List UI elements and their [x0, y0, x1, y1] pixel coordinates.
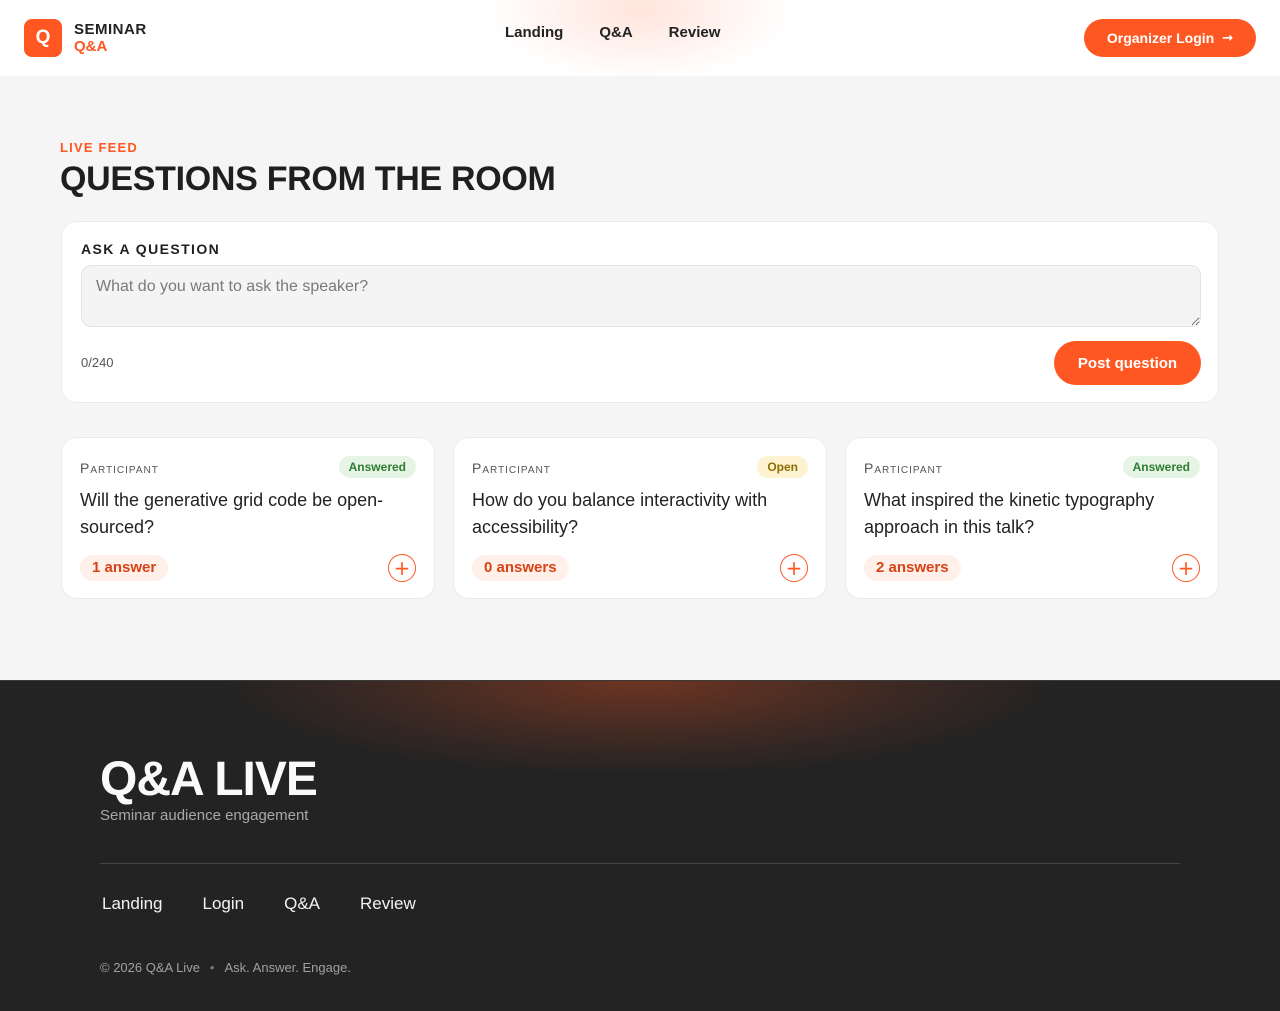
footer-link-login[interactable]: Login	[203, 894, 245, 914]
logo-text: SEMINAR Q&A	[74, 21, 147, 55]
organizer-login-button[interactable]: Organizer Login →	[1084, 19, 1256, 57]
post-question-button[interactable]: Post question	[1054, 341, 1201, 385]
ask-question-card: ASK A QUESTION 0/240 Post question	[61, 221, 1219, 403]
add-answer-button[interactable]: +	[1172, 554, 1200, 582]
footer-link-review[interactable]: Review	[360, 894, 416, 914]
logo-icon: Q	[24, 19, 62, 57]
status-badge: Answered	[1122, 456, 1200, 478]
arrow-right-icon: →	[1222, 30, 1234, 46]
question-text: What inspired the kinetic typography app…	[864, 490, 1155, 537]
question-author-role: Participant	[472, 460, 551, 476]
nav-qa[interactable]: Q&A	[599, 24, 632, 42]
question-text: How do you balance interactivity with ac…	[472, 490, 768, 537]
page-title: QUESTIONS FROM THE ROOM	[60, 160, 556, 198]
separator-dot: •	[209, 960, 215, 975]
copyright-text: © 2026 Q&A Live	[100, 960, 200, 975]
footer-brand-title: Q&A LIVE	[100, 753, 318, 806]
footer-copyright: © 2026 Q&A Live • Ask. Answer. Engage.	[100, 960, 351, 975]
question-author-role: Participant	[864, 460, 943, 476]
char-counter: 0/240	[81, 355, 114, 370]
question-input[interactable]	[81, 265, 1201, 327]
status-badge: Answered	[338, 456, 416, 478]
footer-link-landing[interactable]: Landing	[102, 894, 163, 914]
footer-top-border	[0, 680, 1280, 681]
answer-count-badge[interactable]: 2 answers	[864, 555, 961, 581]
footer-tagline: Ask. Answer. Engage.	[224, 960, 351, 975]
answer-count-badge[interactable]: 0 answers	[472, 555, 569, 581]
nav-landing[interactable]: Landing	[505, 24, 563, 42]
footer-divider	[100, 863, 1180, 864]
logo-line-seminar: SEMINAR	[74, 21, 147, 38]
ask-question-label: ASK A QUESTION	[81, 241, 221, 257]
status-badge: Open	[757, 456, 808, 478]
add-answer-button[interactable]: +	[388, 554, 416, 582]
question-text: Will the generative grid code be open-so…	[80, 490, 384, 537]
section-eyebrow: LIVE FEED	[60, 140, 138, 155]
logo-line-qa: Q&A	[74, 38, 108, 55]
footer-subtitle: Seminar audience engagement	[100, 807, 309, 824]
main-nav: Landing Q&A Review	[505, 24, 756, 42]
organizer-login-label: Organizer Login	[1106, 30, 1215, 46]
site-footer: Q&A LIVE Seminar audience engagement Lan…	[0, 680, 1280, 1011]
nav-review[interactable]: Review	[669, 24, 721, 42]
add-answer-button[interactable]: +	[780, 554, 808, 582]
answer-count-badge[interactable]: 1 answer	[80, 555, 169, 581]
footer-link-qa[interactable]: Q&A	[284, 894, 320, 914]
question-card: Participant Answered Will the generative…	[61, 437, 435, 599]
logo[interactable]: Q SEMINAR Q&A	[24, 19, 147, 57]
footer-nav: Landing Login Q&A Review	[102, 894, 456, 914]
question-card: Participant Open How do you balance inte…	[453, 437, 827, 599]
question-author-role: Participant	[80, 460, 159, 476]
question-card: Participant Answered What inspired the k…	[845, 437, 1219, 599]
top-header: Q SEMINAR Q&A Landing Q&A Review Organiz…	[0, 0, 1280, 76]
